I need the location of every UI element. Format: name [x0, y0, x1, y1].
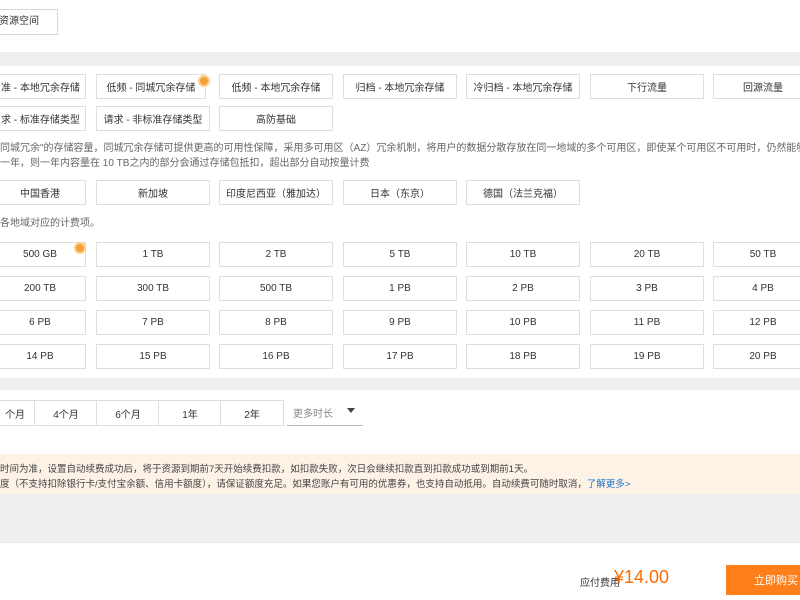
duration-option[interactable]: 6个月: [96, 400, 160, 426]
capacity-option[interactable]: 18 PB: [466, 344, 580, 369]
storage-type-ia-lrs[interactable]: 低频 - 本地冗余存储: [219, 74, 333, 99]
storage-type-outbound-traffic[interactable]: 下行流量: [590, 74, 704, 99]
capacity-option[interactable]: 20 TB: [590, 242, 704, 267]
region-singapore[interactable]: 新加坡: [96, 180, 210, 205]
capacity-option[interactable]: 500 TB: [219, 276, 333, 301]
more-duration-select[interactable]: 更多时长: [287, 400, 363, 426]
buy-now-button[interactable]: 立即购买: [726, 565, 800, 595]
capacity-option[interactable]: 2 PB: [466, 276, 580, 301]
capacity-option[interactable]: 16 PB: [219, 344, 333, 369]
capacity-option[interactable]: 9 PB: [343, 310, 457, 335]
storage-type-request-standard[interactable]: 求 - 标准存储类型: [0, 106, 86, 131]
capacity-option[interactable]: 2 TB: [219, 242, 333, 267]
capacity-option[interactable]: 11 PB: [590, 310, 704, 335]
storage-type-anti-ddos[interactable]: 高防基础: [219, 106, 333, 131]
capacity-option[interactable]: 7 PB: [96, 310, 210, 335]
storage-type-cold-archive-lrs[interactable]: 冷归档 - 本地冗余存储: [466, 74, 580, 99]
storage-type-origin-traffic[interactable]: 回源流量: [713, 74, 800, 99]
caret-down-icon: [347, 408, 355, 413]
storage-type-request-nonstandard[interactable]: 请求 - 非标准存储类型: [96, 106, 210, 131]
duration-option[interactable]: 个月: [0, 400, 36, 426]
storage-type-ia-zrs[interactable]: 低频 - 同城冗余存储: [96, 74, 206, 99]
purchase-footer: 应付费用 ¥14.00 立即购买: [0, 542, 800, 600]
storage-type-standard-local[interactable]: 准 - 本地冗余存储: [0, 74, 86, 99]
storage-type-archive-lrs[interactable]: 归档 - 本地冗余存储: [343, 74, 457, 99]
more-duration-label: 更多时长: [293, 409, 333, 420]
capacity-option[interactable]: 12 PB: [713, 310, 800, 335]
region-indonesia-jakarta[interactable]: 印度尼西亚（雅加达）: [219, 180, 333, 205]
capacity-option[interactable]: 17 PB: [343, 344, 457, 369]
capacity-option[interactable]: 14 PB: [0, 344, 86, 369]
capacity-option[interactable]: 200 TB: [0, 276, 86, 301]
region-germany-frankfurt[interactable]: 德国（法兰克福）: [466, 180, 580, 205]
duration-option[interactable]: 2年: [220, 400, 284, 426]
section-divider: [0, 378, 800, 390]
duration-option[interactable]: 4个月: [34, 400, 98, 426]
capacity-option[interactable]: 10 PB: [466, 310, 580, 335]
auto-renew-notice: 时间为准，设置自动续费成功后，将于资源到期前7天开始续费扣款，如扣款失败，次日会…: [0, 454, 800, 494]
capacity-option[interactable]: 50 TB: [713, 242, 800, 267]
recommend-badge-icon: [74, 242, 86, 254]
notice-line1: 时间为准，设置自动续费成功后，将于资源到期前7天开始续费扣款，如扣款失败，次日会…: [0, 464, 534, 475]
notice-line2-text: 度（不支持扣除银行卡/支付宝余额、信用卡额度），请保证额度充足。如果您账户有可用…: [0, 479, 587, 490]
capacity-option[interactable]: 20 PB: [713, 344, 800, 369]
capacity-option[interactable]: 5 TB: [343, 242, 457, 267]
storage-description-line1: 同城冗余"的存储容量，同城冗余存储可提供更高的可用性保障，采用多可用区（AZ）冗…: [0, 143, 800, 154]
resource-space-tag[interactable]: 资源空间: [0, 9, 58, 35]
duration-section: 个月 4个月 6个月 1年 2年 更多时长: [0, 390, 800, 450]
capacity-option[interactable]: 500 GB: [0, 242, 86, 267]
region-description: 各地域对应的计费项。: [0, 218, 100, 229]
fee-amount: ¥14.00: [614, 567, 670, 587]
region-japan-tokyo[interactable]: 日本（东京）: [343, 180, 457, 205]
recommend-badge-icon: [198, 75, 210, 87]
capacity-option[interactable]: 3 PB: [590, 276, 704, 301]
capacity-option[interactable]: 8 PB: [219, 310, 333, 335]
duration-option[interactable]: 1年: [158, 400, 222, 426]
section-divider: [0, 494, 800, 542]
storage-description-line2: 一年，则一年内容量在 10 TB之内的部分会通过存储包抵扣，超出部分自动按量计费: [0, 158, 370, 169]
capacity-option[interactable]: 10 TB: [466, 242, 580, 267]
capacity-option[interactable]: 1 TB: [96, 242, 210, 267]
top-section: 资源空间: [0, 0, 800, 52]
capacity-option[interactable]: 15 PB: [96, 344, 210, 369]
capacity-option[interactable]: 19 PB: [590, 344, 704, 369]
notice-line2: 度（不支持扣除银行卡/支付宝余额、信用卡额度），请保证额度充足。如果您账户有可用…: [0, 476, 630, 490]
learn-more-link[interactable]: 了解更多>: [587, 479, 631, 490]
capacity-option[interactable]: 1 PB: [343, 276, 457, 301]
config-panel: 准 - 本地冗余存储 低频 - 同城冗余存储 低频 - 本地冗余存储 归档 - …: [0, 66, 800, 378]
capacity-option[interactable]: 300 TB: [96, 276, 210, 301]
capacity-option[interactable]: 4 PB: [713, 276, 800, 301]
region-hongkong[interactable]: 中国香港: [0, 180, 86, 205]
capacity-option[interactable]: 6 PB: [0, 310, 86, 335]
section-divider: [0, 52, 800, 66]
